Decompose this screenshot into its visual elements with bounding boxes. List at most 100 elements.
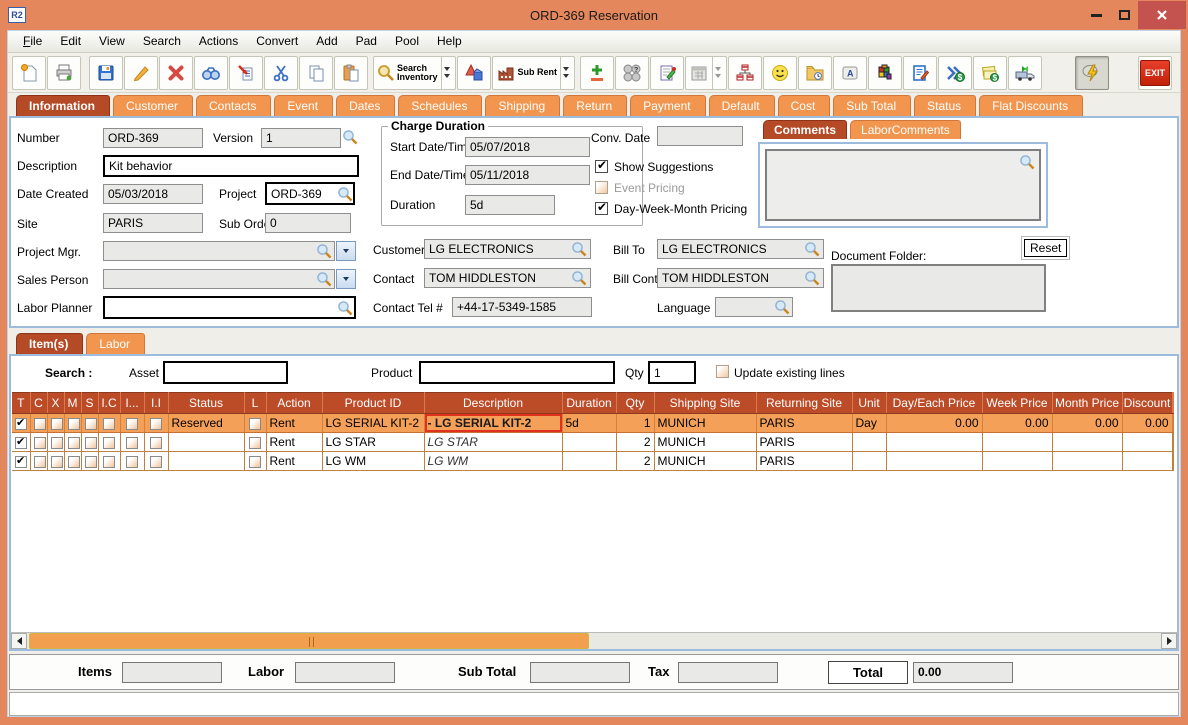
tab-schedules[interactable]: Schedules: [398, 95, 483, 116]
row-checkbox-x[interactable]: [50, 436, 63, 449]
row-checkbox-ic[interactable]: [103, 436, 115, 449]
column-header[interactable]: Week Price: [982, 392, 1053, 414]
tab-dates[interactable]: Dates: [336, 95, 396, 116]
duration-field[interactable]: [465, 195, 555, 215]
asset-search-input[interactable]: [163, 361, 288, 384]
configurator-button[interactable]: [868, 55, 903, 90]
menu-actions[interactable]: Actions: [190, 31, 247, 52]
conv-date-field[interactable]: [657, 126, 743, 146]
customer-field[interactable]: [424, 239, 591, 259]
project-mgr-search-icon[interactable]: [316, 243, 332, 259]
cell-week-price[interactable]: 0.00: [982, 413, 1053, 433]
contact-tel-field[interactable]: [452, 297, 592, 317]
row-checkbox-s[interactable]: [84, 417, 97, 430]
document-folder-box[interactable]: [831, 264, 1046, 312]
cell-action[interactable]: Rent: [266, 432, 323, 452]
availability-button[interactable]: [456, 55, 491, 90]
scrollbar-track[interactable]: [27, 633, 1161, 649]
cell-returning-site[interactable]: PARIS: [756, 451, 853, 471]
contact-search-icon[interactable]: [571, 270, 587, 286]
comments-search-icon[interactable]: [1019, 154, 1035, 170]
column-header[interactable]: Status: [168, 392, 245, 414]
exit-button[interactable]: EXIT: [1138, 55, 1172, 90]
qty-input[interactable]: [648, 361, 696, 384]
row-checkbox-m[interactable]: [67, 436, 80, 449]
transfer-charges-button[interactable]: $: [938, 55, 973, 90]
row-checkbox-ii[interactable]: [150, 436, 162, 449]
table-row[interactable]: Rent LG STAR LG STAR 2 MUNICH PARIS: [12, 432, 1174, 452]
cell-duration[interactable]: [562, 451, 617, 471]
reset-button[interactable]: Reset: [1024, 239, 1068, 257]
tab-event[interactable]: Event: [274, 95, 334, 116]
project-mgr-dropdown[interactable]: [336, 241, 356, 261]
shipping-button[interactable]: [1008, 55, 1043, 90]
bill-contact-field[interactable]: [657, 268, 824, 288]
cell-returning-site[interactable]: PARIS: [756, 432, 853, 452]
calendar-dropdown[interactable]: [712, 56, 723, 89]
menu-edit[interactable]: Edit: [51, 31, 90, 52]
column-header[interactable]: Description: [424, 392, 563, 414]
table-row[interactable]: Rent LG WM LG WM 2 MUNICH PARIS: [12, 451, 1174, 471]
column-header[interactable]: I.I: [144, 392, 169, 414]
row-checkbox-m[interactable]: [67, 455, 80, 468]
tab-items[interactable]: Item(s): [16, 333, 84, 354]
cell-status[interactable]: [168, 451, 245, 471]
cell-status[interactable]: Reserved: [168, 413, 245, 433]
paste-button[interactable]: [334, 55, 368, 90]
cut-button[interactable]: [264, 55, 298, 90]
project-mgr-field[interactable]: [103, 241, 335, 261]
row-checkbox-c[interactable]: [33, 417, 46, 430]
cell-shipping-site[interactable]: MUNICH: [654, 451, 757, 471]
row-checkbox-x[interactable]: [50, 455, 63, 468]
tab-labor-comments[interactable]: LaborComments: [850, 120, 961, 139]
cell-shipping-site[interactable]: MUNICH: [654, 432, 757, 452]
cell-product-id[interactable]: LG WM: [322, 451, 425, 471]
version-field[interactable]: [261, 128, 341, 148]
tab-flat-discounts[interactable]: Flat Discounts: [979, 95, 1084, 116]
sales-person-search-icon[interactable]: [316, 271, 332, 287]
bill-to-search-icon[interactable]: [804, 241, 820, 257]
sub-rent-dropdown[interactable]: [560, 56, 571, 89]
menu-add[interactable]: Add: [307, 31, 346, 52]
comments-field[interactable]: [765, 149, 1041, 221]
tab-return[interactable]: Return: [563, 95, 628, 116]
cell-duration[interactable]: [562, 432, 617, 452]
column-header[interactable]: Action: [266, 392, 323, 414]
cell-qty[interactable]: 2: [616, 432, 655, 452]
group-options-button[interactable]: ?: [615, 55, 650, 90]
tab-comments[interactable]: Comments: [763, 120, 848, 139]
bill-to-field[interactable]: [657, 239, 824, 259]
cell-description[interactable]: - LG SERIAL KIT-2: [424, 413, 563, 433]
cell-unit[interactable]: Day: [852, 413, 887, 433]
tab-contacts[interactable]: Contacts: [196, 95, 272, 116]
shortcut-key-button[interactable]: A: [833, 55, 868, 90]
history-folder-button[interactable]: [798, 55, 833, 90]
cell-product-id[interactable]: LG STAR: [322, 432, 425, 452]
cell-product-id[interactable]: LG SERIAL KIT-2: [322, 413, 425, 433]
column-header[interactable]: M: [64, 392, 82, 414]
menu-pool[interactable]: Pool: [386, 31, 428, 52]
column-header[interactable]: C: [30, 392, 48, 414]
show-suggestions-checkbox[interactable]: [595, 158, 608, 173]
bill-contact-search-icon[interactable]: [804, 270, 820, 286]
update-existing-lines-checkbox[interactable]: [716, 365, 729, 378]
search-inventory-dropdown[interactable]: [440, 56, 452, 89]
cell-unit[interactable]: [852, 451, 887, 471]
cell-returning-site[interactable]: PARIS: [756, 413, 853, 433]
cell-discount[interactable]: [1122, 432, 1173, 452]
paste-special-button[interactable]: [229, 55, 263, 90]
start-date-field[interactable]: [465, 137, 590, 157]
save-button[interactable]: [89, 55, 123, 90]
event-pricing-checkbox[interactable]: [595, 181, 608, 194]
labor-planner-search-icon[interactable]: [337, 300, 353, 316]
tab-customer[interactable]: Customer: [113, 95, 194, 116]
cell-month-price[interactable]: 0.00: [1052, 413, 1123, 433]
row-checkbox-ic[interactable]: [103, 417, 115, 430]
cell-action[interactable]: Rent: [266, 451, 323, 471]
column-header[interactable]: L: [244, 392, 267, 414]
sub-orders-field[interactable]: [265, 213, 351, 233]
search-inventory-button[interactable]: Search Inventory: [373, 55, 456, 90]
quick-action-button[interactable]: [1075, 55, 1110, 90]
row-checkbox-t[interactable]: [15, 454, 27, 468]
tab-status[interactable]: Status: [914, 95, 977, 116]
